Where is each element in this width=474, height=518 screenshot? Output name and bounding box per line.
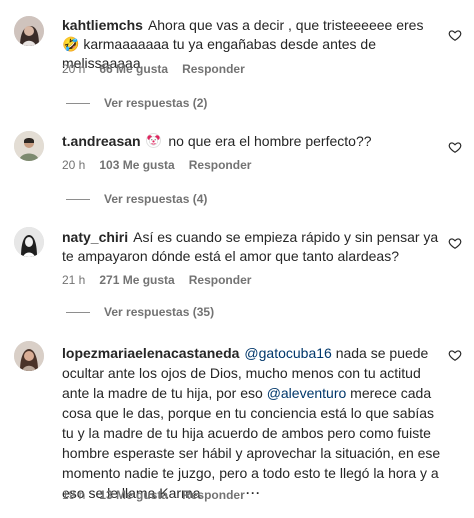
comment-text: merece cada cosa que le das, porque en t… <box>62 385 441 501</box>
comment-likes[interactable]: 271 Me gusta <box>99 273 174 287</box>
comment-likes[interactable]: 66 Me gusta <box>99 62 168 76</box>
comment-username[interactable]: kahtliemchs <box>62 17 143 33</box>
comment-username[interactable]: naty_chiri <box>62 229 128 245</box>
comment-meta: 20 h 103 Me gusta Responder <box>62 158 265 172</box>
view-replies-label: Ver respuestas (2) <box>104 96 208 110</box>
clown-emoji-icon <box>145 133 161 148</box>
comment-time: 20 h <box>62 62 86 76</box>
heart-outline-icon[interactable] <box>448 348 462 362</box>
comment-meta: 20 h 66 Me gusta Responder <box>62 62 259 76</box>
comment-time: 20 h <box>62 158 86 172</box>
divider-line <box>66 198 90 200</box>
view-replies-button[interactable]: Ver respuestas (2) <box>66 96 207 110</box>
comment-username[interactable]: lopezmariaelenacastaneda <box>62 345 239 361</box>
view-replies-label: Ver respuestas (35) <box>104 305 215 319</box>
comment-likes[interactable]: 13 Me gusta <box>99 488 168 502</box>
mention-link[interactable]: @aleventuro <box>267 385 347 401</box>
reply-button[interactable]: Responder <box>182 488 245 502</box>
more-options-icon[interactable]: ··· <box>246 486 261 500</box>
heart-outline-icon[interactable] <box>448 236 462 250</box>
comment-time: 21 h <box>62 273 86 287</box>
mention-link[interactable]: @gatocuba16 <box>244 345 331 361</box>
view-replies-button[interactable]: Ver respuestas (35) <box>66 305 214 319</box>
divider-line <box>66 102 90 104</box>
comment-meta: 21 h 271 Me gusta Responder <box>62 273 265 287</box>
comment-meta: 19 h 13 Me gusta Responder <box>62 488 259 502</box>
comment-likes[interactable]: 103 Me gusta <box>99 158 174 172</box>
comment-time: 19 h <box>62 488 86 502</box>
avatar[interactable] <box>14 131 44 161</box>
view-replies-button[interactable]: Ver respuestas (4) <box>66 192 207 206</box>
comment-text: no que era el hombre perfecto?? <box>168 133 372 149</box>
reply-button[interactable]: Responder <box>189 273 252 287</box>
avatar[interactable] <box>14 341 44 371</box>
reply-button[interactable]: Responder <box>189 158 252 172</box>
divider-line <box>66 311 90 313</box>
avatar[interactable] <box>14 227 44 257</box>
comment-username[interactable]: t.andreasan <box>62 133 141 149</box>
heart-outline-icon[interactable] <box>448 140 462 154</box>
avatar[interactable] <box>14 16 44 46</box>
heart-outline-icon[interactable] <box>448 28 462 42</box>
view-replies-label: Ver respuestas (4) <box>104 192 208 206</box>
reply-button[interactable]: Responder <box>182 62 245 76</box>
